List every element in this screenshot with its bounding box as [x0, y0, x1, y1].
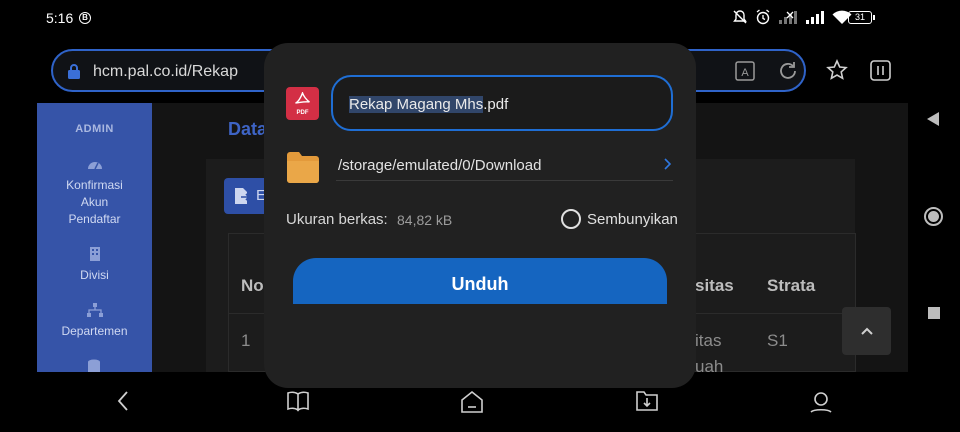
- sidebar-item-divisi[interactable]: Divisi: [37, 247, 152, 284]
- file-size-label: Ukuran berkas:: [286, 211, 388, 228]
- mute-bell-icon: [733, 10, 747, 24]
- filename-extension: .pdf: [483, 96, 509, 113]
- scroll-top-button[interactable]: [842, 307, 891, 355]
- database-icon: [88, 359, 100, 372]
- signal-icon: [806, 11, 824, 24]
- pdf-file-icon: PDF: [286, 87, 319, 120]
- status-bar: 5:16 B 31: [0, 0, 960, 36]
- table-cell-universitas: itas: [695, 331, 722, 350]
- notification-badge: B: [79, 12, 91, 24]
- hide-label[interactable]: Sembunyikan: [587, 211, 678, 228]
- translate-icon[interactable]: A: [735, 61, 755, 81]
- download-path: /storage/emulated/0/Download: [338, 157, 542, 174]
- pdf-badge-text: PDF: [296, 110, 309, 116]
- system-home-icon[interactable]: [924, 207, 943, 226]
- download-dialog: PDF Rekap Magang Mhs.pdf /storage/emulat…: [264, 43, 696, 388]
- system-recents-icon[interactable]: [928, 307, 940, 319]
- tabs-icon[interactable]: [870, 60, 891, 81]
- hide-radio[interactable]: [561, 209, 581, 229]
- lock-icon: [68, 64, 80, 79]
- acrobat-icon: [295, 92, 310, 104]
- signal-off-icon: [779, 11, 797, 24]
- back-icon[interactable]: [116, 390, 130, 412]
- column-header-strata: Strata: [767, 276, 816, 295]
- admin-sidebar: ADMIN Konfirmasi Akun Pendaftar Divisi D…: [37, 103, 152, 372]
- home-icon[interactable]: [460, 390, 484, 414]
- reload-icon[interactable]: [777, 60, 799, 82]
- file-export-icon: [235, 188, 250, 204]
- status-time: 5:16: [46, 10, 74, 26]
- file-size-value: 84,82 kB: [397, 212, 453, 228]
- sidebar-item-label: Konfirmasi Akun Pendaftar: [66, 178, 123, 226]
- sidebar-item-label: Departemen: [61, 324, 128, 338]
- download-button[interactable]: Unduh: [293, 258, 667, 304]
- filename-selected-text: Rekap Magang Mhs: [349, 96, 484, 113]
- table-cell-strata: S1: [767, 331, 788, 350]
- status-icons: [732, 9, 852, 25]
- downloads-folder-icon[interactable]: [635, 390, 659, 412]
- download-path-selector[interactable]: /storage/emulated/0/Download: [336, 147, 673, 181]
- dashboard-gauge-icon: [87, 162, 102, 170]
- sidebar-title: ADMIN: [75, 123, 114, 135]
- filename-input[interactable]: Rekap Magang Mhs.pdf: [331, 75, 673, 131]
- profile-icon[interactable]: [809, 390, 833, 414]
- filename-text[interactable]: Rekap Magang Mhs.pdf: [349, 96, 508, 113]
- column-header-universitas: sitas: [695, 276, 734, 295]
- column-header-no: No: [241, 276, 264, 295]
- bookmarks-book-icon[interactable]: [286, 390, 310, 412]
- sidebar-item-departemen[interactable]: Departemen: [37, 303, 152, 340]
- sidebar-item-label: Divisi: [80, 268, 109, 282]
- battery-indicator: 31: [848, 11, 875, 24]
- building-icon: [89, 247, 100, 261]
- alarm-icon: [756, 9, 770, 25]
- page-title: Data: [228, 119, 268, 139]
- chevron-right-icon: [664, 158, 671, 170]
- sitemap-icon: [86, 303, 103, 317]
- folder-icon: [287, 152, 319, 183]
- bookmark-star-icon[interactable]: [826, 59, 848, 81]
- url-text[interactable]: hcm.pal.co.id/Rekap: [93, 63, 238, 81]
- system-back-icon[interactable]: [926, 111, 940, 127]
- table-cell-no: 1: [241, 331, 251, 350]
- svg-text:A: A: [741, 67, 749, 79]
- download-button-label: Unduh: [451, 274, 509, 294]
- sidebar-item-konfirmasi[interactable]: Konfirmasi Akun Pendaftar: [37, 157, 152, 228]
- chevron-up-icon: [861, 327, 873, 335]
